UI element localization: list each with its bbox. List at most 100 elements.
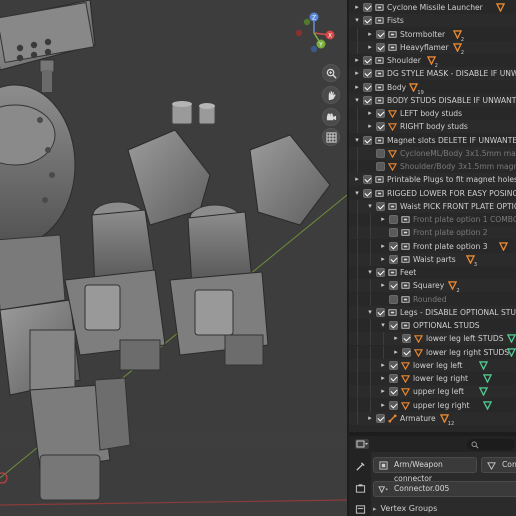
3d-viewport[interactable]: Z X Y [0, 0, 347, 516]
exclude-checkbox[interactable] [389, 400, 398, 410]
exclude-checkbox[interactable] [389, 294, 398, 304]
exclude-checkbox[interactable] [363, 188, 372, 198]
expand-down-icon[interactable]: ▾ [353, 134, 361, 147]
outliner-row[interactable]: ▸ Shoulder 2 [349, 54, 516, 69]
outliner-row[interactable]: ▸ lower leg left STUDS [349, 332, 516, 346]
exclude-checkbox[interactable] [376, 122, 385, 132]
outliner-row[interactable]: Front plate option 2 [349, 226, 516, 240]
expand-right-icon[interactable]: ▸ [392, 332, 400, 345]
expand-right-icon[interactable]: ▸ [379, 372, 387, 385]
render-tab-icon[interactable] [353, 481, 367, 495]
exclude-checkbox[interactable] [376, 42, 385, 52]
vertex-group-icon[interactable] [478, 360, 488, 370]
expand-right-icon[interactable]: ▸ [379, 385, 387, 398]
outliner-row[interactable]: ▸ Stormbolter 2 [349, 27, 516, 43]
outliner-row[interactable]: ▸ Heavyflamer 2 [349, 40, 516, 56]
zoom-icon[interactable] [322, 64, 340, 82]
exclude-checkbox[interactable] [363, 95, 372, 105]
exclude-checkbox[interactable] [376, 201, 385, 211]
outliner-row[interactable]: ▾ Magnet slots DELETE IF UNWANTED [349, 134, 516, 147]
outliner-row[interactable]: ▸ Cyclone Missile Launcher [349, 1, 516, 14]
vertex-group-icon[interactable] [478, 387, 488, 397]
editor-type-button[interactable] [355, 439, 369, 449]
outliner-row[interactable]: Rounded [349, 292, 516, 306]
mesh-triangle-icon[interactable] [496, 3, 506, 12]
expand-right-icon[interactable]: ▸ [366, 120, 374, 133]
outliner-row[interactable]: Shoulder/Body 3x1.5mm magnet [349, 160, 516, 173]
vertex-group-icon[interactable] [483, 374, 493, 383]
outliner-row[interactable]: ▸ lower leg left [349, 358, 516, 372]
vertex-group-icon[interactable] [507, 347, 516, 357]
expand-right-icon[interactable]: ▸ [353, 173, 361, 186]
exclude-checkbox[interactable] [376, 29, 385, 39]
exclude-checkbox[interactable] [363, 135, 372, 145]
output-tab-icon[interactable] [353, 502, 367, 516]
grid-view-icon[interactable] [322, 128, 340, 146]
outliner-row[interactable]: CycloneML/Body 3x1.5mm magnet [349, 146, 516, 160]
outliner-row[interactable]: ▾ RIGGED LOWER FOR EASY POSING AN [349, 187, 516, 200]
outliner-row[interactable]: ▸ RIGHT body studs [349, 120, 516, 134]
exclude-checkbox[interactable] [376, 307, 385, 317]
outliner-row[interactable]: ▸ LEFT body studs [349, 107, 516, 120]
outliner-row[interactable]: ▾ OPTIONAL STUDS [349, 319, 516, 332]
outliner-row[interactable]: ▸ lower leg right STUDS [349, 345, 516, 359]
exclude-checkbox[interactable] [363, 3, 372, 12]
outliner-row[interactable]: ▸ lower leg right [349, 372, 516, 385]
outliner-row[interactable]: ▸ Waist parts 3 [349, 252, 516, 268]
exclude-checkbox[interactable] [389, 215, 398, 224]
exclude-checkbox[interactable] [363, 175, 372, 185]
outliner-row[interactable]: ▸ Front plate option 3 [349, 239, 516, 253]
vertex-group-icon[interactable] [483, 400, 493, 410]
exclude-checkbox[interactable] [389, 387, 398, 397]
exclude-checkbox[interactable] [402, 334, 411, 344]
expand-right-icon[interactable]: ▸ [366, 107, 374, 120]
outliner-row[interactable]: ▸ DG STYLE MASK - DISABLE IF UNWANTED [349, 67, 516, 81]
vertex-groups-section[interactable]: ▸ Vertex Groups [373, 504, 437, 513]
outliner-row[interactable]: ▸ Squarey 2 [349, 279, 516, 294]
expand-down-icon[interactable]: ▾ [353, 14, 361, 27]
expand-right-icon[interactable]: ▸ [379, 253, 387, 266]
camera-icon[interactable] [322, 108, 340, 126]
exclude-checkbox[interactable] [402, 347, 411, 357]
vertex-group-icon[interactable] [507, 334, 516, 344]
exclude-checkbox[interactable] [389, 374, 398, 383]
constraint-field[interactable]: Conr [481, 457, 516, 473]
expand-right-icon[interactable]: ▸ [353, 54, 361, 67]
exclude-checkbox[interactable] [389, 321, 398, 330]
exclude-checkbox[interactable] [389, 241, 398, 251]
expand-right-icon[interactable]: ▸ [392, 346, 400, 359]
outliner-row[interactable]: ▾ Legs - DISABLE OPTIONAL STUDS [349, 305, 516, 319]
exclude-checkbox[interactable] [376, 413, 385, 423]
pan-hand-icon[interactable] [322, 86, 340, 104]
exclude-checkbox[interactable] [363, 16, 372, 26]
expand-down-icon[interactable]: ▾ [366, 266, 374, 279]
outliner-row[interactable]: ▸ Printable Plugs to fit magnet holes [349, 173, 516, 187]
exclude-checkbox[interactable] [389, 228, 398, 238]
expand-right-icon[interactable]: ▸ [366, 412, 374, 425]
mesh-triangle-icon[interactable] [499, 241, 508, 251]
outliner-row[interactable]: ▸ Armature 12 [349, 411, 516, 427]
exclude-checkbox[interactable] [363, 56, 372, 65]
exclude-checkbox[interactable] [376, 162, 385, 171]
data-block-field[interactable]: Connector.005 [373, 481, 516, 497]
expand-right-icon[interactable]: ▸ [379, 279, 387, 292]
exclude-checkbox[interactable] [376, 109, 385, 118]
outliner-row[interactable]: ▸ upper leg left [349, 385, 516, 399]
axis-gizmo[interactable]: Z X Y [293, 12, 335, 54]
outliner-row[interactable]: ▸ upper leg right [349, 398, 516, 412]
expand-down-icon[interactable]: ▾ [353, 187, 361, 200]
outliner-row[interactable]: ▾ BODY STUDS DISABLE IF UNWANTED [349, 93, 516, 107]
expand-down-icon[interactable]: ▾ [353, 94, 361, 107]
outliner-row[interactable]: ▸ Body 19 [349, 81, 516, 96]
expand-right-icon[interactable]: ▸ [379, 213, 387, 226]
properties-search-input[interactable] [467, 439, 515, 450]
expand-right-icon[interactable]: ▸ [379, 240, 387, 253]
exclude-checkbox[interactable] [389, 281, 398, 291]
exclude-checkbox[interactable] [389, 254, 398, 264]
expand-right-icon[interactable]: ▸ [366, 41, 374, 54]
outliner-panel[interactable]: ▸ Cyclone Missile Launcher ▾ Fists ▸ Stormbol… [347, 0, 516, 432]
expand-right-icon[interactable]: ▸ [353, 81, 361, 94]
expand-right-icon[interactable]: ▸ [353, 67, 361, 80]
exclude-checkbox[interactable] [376, 268, 385, 277]
exclude-checkbox[interactable] [363, 69, 372, 79]
